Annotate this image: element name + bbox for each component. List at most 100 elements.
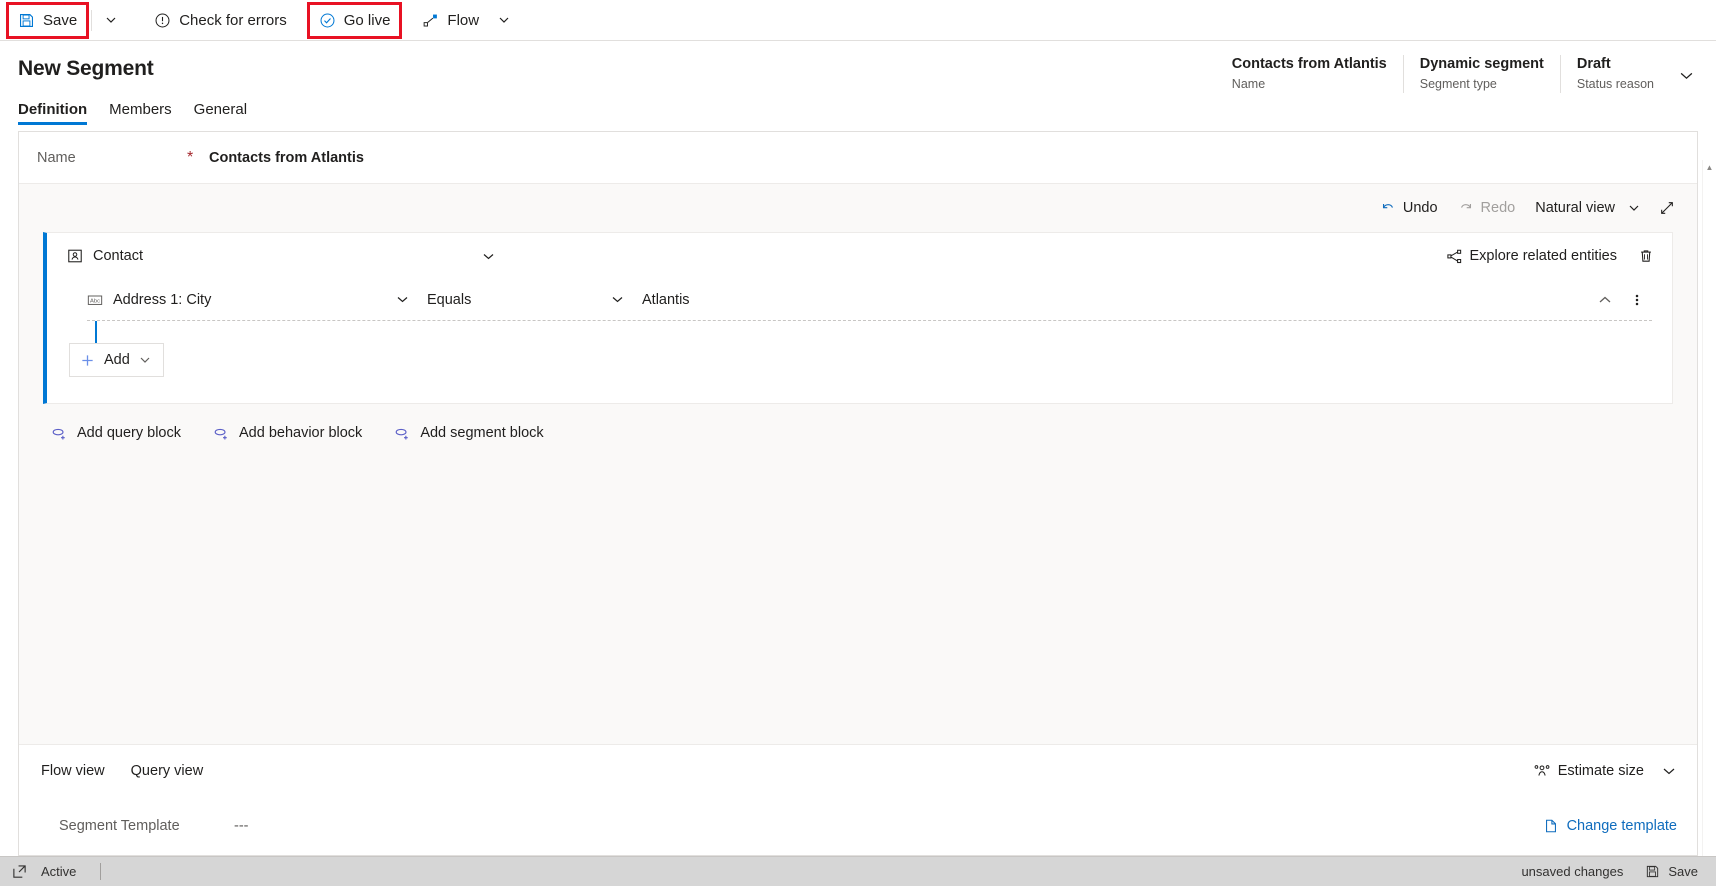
redo-arrow-icon	[1458, 200, 1474, 216]
more-vertical-icon	[1630, 293, 1644, 307]
tab-general[interactable]: General	[194, 101, 247, 125]
status-bar-left: Active	[12, 863, 102, 880]
explore-related-entities-button[interactable]: Explore related entities	[1437, 240, 1627, 272]
delete-block-button[interactable]	[1630, 240, 1662, 272]
save-dropdown-button[interactable]	[96, 4, 126, 37]
tab-label: Members	[109, 101, 172, 118]
meta-field-name: Contacts from Atlantis Name	[1216, 55, 1403, 93]
flow-dropdown-button[interactable]	[489, 4, 519, 37]
chevron-down-icon	[1628, 202, 1640, 214]
add-branch-icon	[394, 426, 411, 441]
meta-value: Draft	[1576, 56, 1611, 72]
estimate-size-button[interactable]: Estimate size	[1524, 755, 1653, 787]
svg-text:Abc: Abc	[90, 298, 100, 304]
tab-members[interactable]: Members	[109, 101, 172, 125]
segment-editor-window: Save Check for errors Go live Flow New S…	[0, 0, 1716, 886]
add-connector-line	[95, 321, 97, 343]
share-nodes-icon	[1446, 248, 1463, 265]
chevron-down-icon	[139, 354, 151, 366]
record-header: New Segment Contacts from Atlantis Name …	[0, 41, 1716, 125]
query-block-container: Contact Explore related entities Abc Add…	[19, 232, 1697, 404]
status-divider	[100, 863, 102, 880]
form-area: Name * Contacts from Atlantis Undo Redo …	[0, 125, 1716, 856]
required-asterisk: *	[187, 148, 194, 166]
flow-button[interactable]: Flow	[412, 4, 489, 37]
add-behavior-block-link[interactable]: Add behavior block	[209, 420, 366, 446]
add-condition-button[interactable]: Add	[69, 343, 164, 377]
go-live-label: Go live	[343, 11, 391, 29]
canvas-toolbar: Undo Redo Natural view	[19, 184, 1697, 232]
condition-row: Abc Address 1: City Equals Atlantis	[87, 279, 1652, 321]
status-save-label: Save	[1668, 864, 1698, 879]
vertical-scrollbar[interactable]: ▲	[1702, 160, 1716, 856]
header-expand-button[interactable]	[1670, 57, 1702, 93]
view-mode-selector[interactable]: Natural view	[1526, 192, 1649, 224]
query-canvas: Undo Redo Natural view Contact Explore r…	[19, 184, 1697, 744]
condition-more-button[interactable]	[1622, 285, 1652, 315]
meta-field-segment-type: Dynamic segment Segment type	[1402, 55, 1560, 93]
go-live-button[interactable]: Go live	[306, 1, 403, 39]
chevron-down-icon	[611, 293, 624, 306]
scroll-up-arrow-icon[interactable]: ▲	[1703, 160, 1716, 174]
condition-attribute-label: Address 1: City	[113, 291, 212, 308]
view-switch-row: Flow view Query view Estimate size	[19, 745, 1697, 797]
add-segment-block-link[interactable]: Add segment block	[390, 420, 547, 446]
meta-label: Status reason	[1576, 77, 1654, 91]
chevron-down-icon	[396, 293, 409, 306]
check-for-errors-button[interactable]: Check for errors	[144, 4, 297, 37]
expand-canvas-button[interactable]	[1651, 192, 1683, 224]
tab-label: General	[193, 101, 248, 118]
condition-attribute-dropdown[interactable]	[387, 293, 417, 306]
status-bar-right: unsaved changes Save	[1521, 861, 1704, 882]
flow-view-link[interactable]: Flow view	[41, 763, 105, 779]
segment-template-value: ---	[234, 818, 249, 834]
command-bar: Save Check for errors Go live Flow	[0, 0, 1716, 41]
popout-icon[interactable]	[12, 864, 27, 879]
undo-arrow-icon	[1380, 200, 1396, 216]
explore-related-entities-label: Explore related entities	[1469, 248, 1618, 264]
header-metadata: Contacts from Atlantis Name Dynamic segm…	[1216, 55, 1702, 93]
meta-label: Name	[1231, 77, 1266, 91]
chevron-down-icon	[1679, 68, 1694, 83]
chevron-down-icon	[1662, 764, 1676, 778]
error-circle-icon	[154, 12, 171, 29]
estimate-size-area: Estimate size	[1524, 755, 1685, 787]
estimate-size-dropdown[interactable]	[1653, 755, 1685, 787]
bottom-panel: Flow view Query view Estimate size Segme…	[19, 744, 1697, 855]
tab-label: Definition	[18, 101, 88, 118]
add-button-label: Add	[104, 352, 130, 368]
change-template-label: Change template	[1566, 818, 1677, 834]
condition-operator-dropdown[interactable]	[602, 293, 632, 306]
undo-label: Undo	[1402, 200, 1438, 216]
entity-collapse-button[interactable]	[473, 240, 505, 272]
name-input[interactable]: Contacts from Atlantis	[209, 150, 364, 166]
unsaved-changes-label: unsaved changes	[1521, 864, 1624, 879]
condition-value[interactable]: Atlantis	[632, 292, 1590, 308]
query-view-link[interactable]: Query view	[131, 763, 204, 779]
query-block-actions: Explore related entities	[1437, 240, 1663, 272]
redo-button[interactable]: Redo	[1449, 192, 1525, 224]
tab-definition[interactable]: Definition	[18, 101, 88, 125]
check-for-errors-label: Check for errors	[179, 11, 287, 29]
chevron-down-icon	[498, 14, 510, 26]
status-bar: Active unsaved changes Save	[0, 856, 1716, 886]
save-button[interactable]: Save	[5, 1, 90, 39]
change-template-button[interactable]: Change template	[1535, 813, 1685, 839]
meta-label: Segment type	[1419, 77, 1497, 91]
add-query-block-link[interactable]: Add query block	[47, 420, 185, 446]
condition-attribute[interactable]: Abc Address 1: City	[87, 292, 387, 308]
condition-collapse-button[interactable]	[1590, 285, 1620, 315]
add-branch-icon	[51, 426, 68, 441]
contact-card-icon	[67, 248, 83, 264]
expand-diagonal-icon	[1659, 200, 1675, 216]
entity-name: Contact	[93, 248, 143, 264]
undo-button[interactable]: Undo	[1371, 192, 1447, 224]
segment-template-label: Segment Template	[59, 818, 180, 834]
trash-icon	[1638, 248, 1654, 264]
add-behavior-block-label: Add behavior block	[238, 425, 363, 441]
flow-icon	[422, 12, 439, 29]
condition-operator[interactable]: Equals	[417, 292, 602, 308]
chevron-up-icon	[1598, 293, 1612, 307]
definition-card: Name * Contacts from Atlantis Undo Redo …	[18, 131, 1698, 856]
status-save-button[interactable]: Save	[1639, 861, 1704, 882]
